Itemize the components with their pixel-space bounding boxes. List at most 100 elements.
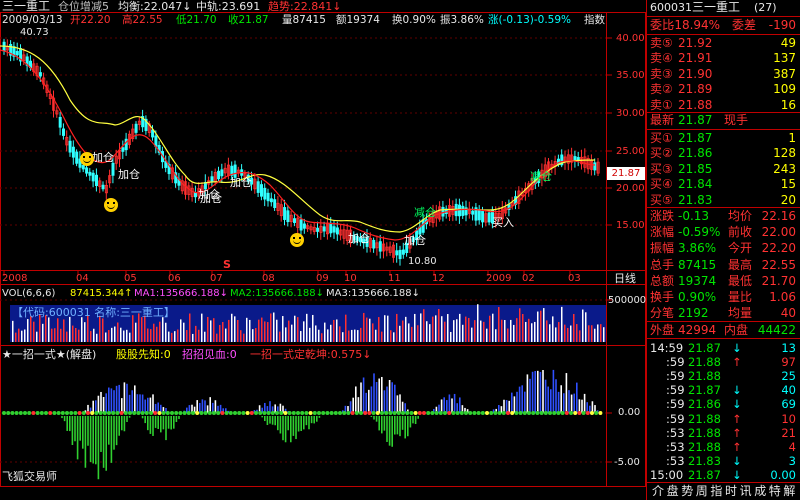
volume-bar: [423, 309, 425, 342]
footer-tab[interactable]: 解: [783, 485, 795, 498]
candle-body: [58, 116, 62, 128]
indicator-bar-neg: [386, 416, 388, 442]
footer-tab[interactable]: 特: [769, 485, 781, 498]
y-tick: 40.00: [616, 33, 645, 44]
footer-tab[interactable]: 盘: [667, 485, 679, 498]
volume-bar: [453, 320, 455, 342]
volume-bar: [123, 330, 125, 342]
smiley-icon: [290, 233, 304, 247]
indicator-bar-neg: [412, 416, 414, 424]
indicator-dot: [94, 411, 99, 415]
indicator-bar-pos: [550, 389, 552, 413]
rp-count: (27): [754, 1, 777, 14]
candle-body: [316, 227, 320, 232]
stat-value: 19374: [678, 273, 717, 288]
volume-bar: [147, 328, 149, 342]
volume-bar: [456, 319, 458, 342]
volume-bar: [228, 319, 230, 342]
indicator-dot: [413, 411, 418, 415]
volume-bar: [60, 328, 62, 342]
volume-bar: [189, 313, 191, 342]
volume-bar: [489, 315, 491, 342]
indicator-dot: [367, 411, 372, 415]
volume-bar: [495, 329, 497, 342]
indicator-bar-neg: [61, 416, 63, 419]
candle-body: [593, 162, 597, 171]
indicator-dot: [426, 411, 431, 415]
volume-bar: [159, 321, 161, 342]
indicator-bar-neg: [404, 416, 406, 439]
candle-body: [477, 210, 481, 221]
footer-tab[interactable]: 时: [725, 485, 737, 498]
volume-bar: [597, 324, 599, 342]
footer-tab[interactable]: 势: [681, 485, 693, 498]
volume-bar: [357, 330, 359, 342]
footer-tab[interactable]: 介: [652, 485, 664, 498]
indicator-dot: [560, 411, 565, 415]
indicator-item1: 股股先知:0: [116, 348, 171, 361]
indicator-bar-neg: [305, 416, 308, 426]
indicator-bar-neg: [279, 416, 282, 434]
indicator-dot: [35, 411, 40, 415]
indicator-bar-neg: [292, 416, 295, 436]
footer-tab[interactable]: 指: [710, 485, 722, 498]
footer-tab[interactable]: 讯: [740, 485, 752, 498]
volume-bar: [387, 315, 389, 342]
indicator-dot: [60, 411, 65, 415]
volume-bar: [393, 332, 395, 342]
indicator-bar-pos: [149, 397, 152, 413]
current-price-tag: 21.87: [607, 167, 645, 180]
indicator-bar-neg: [84, 416, 87, 468]
indicator-dot: [304, 411, 309, 415]
tick-time: :59: [666, 355, 685, 370]
stat-label: 总额: [650, 273, 675, 288]
avg-label: 均衡:22.047↓: [118, 0, 192, 13]
vol-title: VOL(6,6,6): [2, 288, 56, 299]
tick-time: :59: [666, 397, 685, 412]
indicator-dot: [497, 411, 502, 415]
tick-arrow: ↓: [732, 383, 742, 398]
volume-bar: [69, 316, 71, 342]
indicator-dot: [254, 411, 258, 415]
indicator-bar-neg: [170, 416, 172, 430]
indicator-bar-neg: [108, 416, 110, 445]
indicator-bar-pos: [383, 390, 386, 413]
indicator-dot: [493, 411, 498, 415]
indicator-dot: [123, 411, 128, 415]
volume-bar: [192, 333, 194, 342]
outer-label: 外盘: [650, 323, 675, 337]
candle-body: [259, 184, 263, 197]
period-label[interactable]: 日线: [614, 272, 636, 285]
volume-bar: [216, 333, 218, 342]
indicator-dot: [220, 411, 225, 415]
volume-bar: [30, 316, 32, 342]
indicator-dot: [178, 411, 183, 415]
tick-time: :53: [666, 453, 685, 468]
volume-bar: [585, 312, 587, 342]
volume-bar: [555, 327, 557, 342]
indicator-dot: [569, 411, 573, 415]
footer-tab[interactable]: 周: [696, 485, 708, 498]
indicator-bar-pos: [539, 371, 542, 413]
indicator-dot: [170, 411, 174, 415]
footer-tab[interactable]: 成: [754, 485, 766, 498]
indicator-bar-pos: [381, 376, 383, 413]
tick-price: 21.88: [688, 355, 721, 370]
volume-bar: [45, 315, 47, 342]
candle-body: [75, 151, 79, 164]
volume-bar: [222, 321, 224, 342]
tick-row: :59 21.88 ↑ 97: [648, 355, 800, 369]
volume-bar: [246, 317, 248, 342]
indicator-bar-neg: [388, 416, 391, 446]
indicator-dot: [476, 411, 481, 415]
indicator-bar-neg: [295, 416, 297, 440]
indicator-bar-pos: [581, 399, 583, 413]
indicator-dot: [342, 411, 347, 415]
index-label[interactable]: 指数: [584, 14, 605, 27]
indicator-dot: [44, 411, 48, 415]
volume-bar: [435, 315, 437, 342]
tick-volume: 13: [781, 341, 796, 355]
indicator-dot: [161, 411, 166, 415]
indicator-bar-neg: [79, 416, 81, 441]
volume-bar: [576, 324, 578, 342]
